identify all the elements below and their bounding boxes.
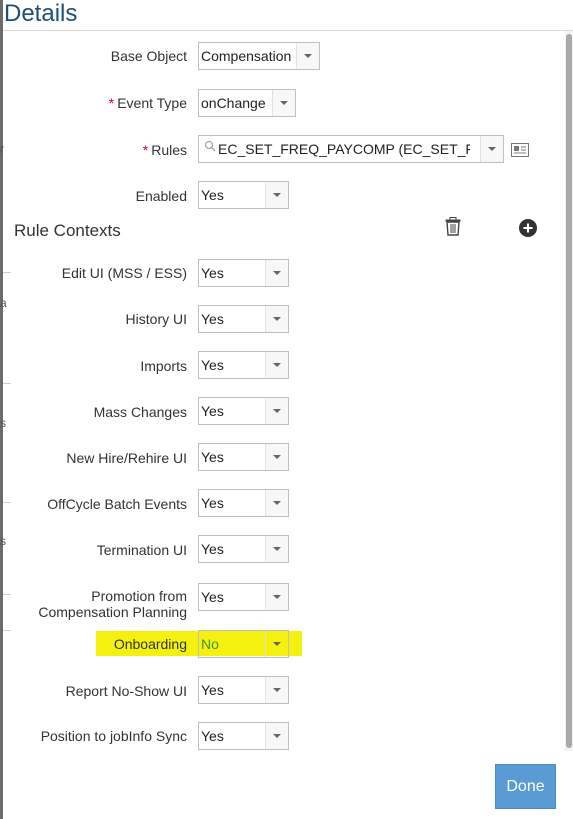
- context-select-termination[interactable]: Yes: [198, 535, 289, 563]
- chevron-down-icon[interactable]: [480, 136, 503, 162]
- chevron-down-icon[interactable]: [265, 398, 288, 424]
- background-text-fragment: r: [0, 142, 4, 156]
- context-select-history-ui[interactable]: Yes: [198, 305, 289, 333]
- chevron-down-icon[interactable]: [265, 182, 288, 208]
- context-label-new-hire: New Hire/Rehire UI: [66, 450, 187, 466]
- context-label-offcycle: OffCycle Batch Events: [47, 496, 187, 512]
- context-value: Yes: [201, 449, 224, 465]
- context-label-termination: Termination UI: [96, 542, 187, 558]
- dialog-title: Details: [4, 0, 78, 27]
- context-select-edit-ui[interactable]: Yes: [198, 259, 289, 287]
- context-label-line: Compensation Planning: [38, 604, 187, 620]
- context-label-edit-ui: Edit UI (MSS / ESS): [61, 265, 187, 281]
- context-label-line: Promotion from: [91, 588, 187, 604]
- event-type-select[interactable]: onChange: [198, 89, 296, 117]
- event-type-label-text: Event Type: [117, 95, 187, 111]
- background-text-fragment: s: [0, 416, 6, 430]
- trash-icon[interactable]: [445, 217, 461, 241]
- details-card-icon[interactable]: [511, 143, 529, 162]
- background-text-fragment: a: [0, 296, 7, 310]
- context-label-onboarding: Onboarding: [113, 636, 187, 652]
- chevron-down-icon[interactable]: [272, 90, 295, 116]
- background-divider: [3, 594, 11, 595]
- context-select-mass-changes[interactable]: Yes: [198, 397, 289, 425]
- background-divider: [3, 272, 11, 273]
- background-window-edge: [0, 0, 3, 819]
- context-select-promotion[interactable]: Yes: [198, 583, 289, 611]
- chevron-down-icon[interactable]: [265, 536, 288, 562]
- context-label-mass-changes: Mass Changes: [93, 404, 187, 420]
- context-select-new-hire[interactable]: Yes: [198, 443, 289, 471]
- done-button[interactable]: Done: [495, 764, 556, 809]
- rule-contexts-title: Rule Contexts: [14, 221, 121, 240]
- context-select-report-no-show[interactable]: Yes: [198, 676, 289, 704]
- required-marker: *: [142, 142, 149, 158]
- context-value: Yes: [201, 728, 224, 744]
- chevron-down-icon[interactable]: [265, 444, 288, 470]
- context-value: Yes: [201, 541, 224, 557]
- event-type-label: * Event Type: [109, 95, 187, 111]
- add-circle-icon[interactable]: [519, 219, 537, 242]
- title-divider: [3, 30, 573, 31]
- enabled-label: Enabled: [135, 188, 187, 204]
- base-object-select[interactable]: Compensation: [198, 42, 320, 70]
- context-label-position-sync: Position to jobInfo Sync: [40, 728, 187, 744]
- context-value: Yes: [201, 403, 224, 419]
- enabled-select[interactable]: Yes: [198, 181, 289, 209]
- context-label-imports: Imports: [140, 358, 187, 374]
- context-label-history-ui: History UI: [125, 311, 187, 327]
- event-type-value: onChange: [201, 95, 266, 111]
- context-label-promotion: Promotion from Compensation Planning: [38, 588, 187, 620]
- enabled-value: Yes: [201, 187, 224, 203]
- rules-label: * Rules: [143, 142, 187, 158]
- base-object-value: Compensation: [201, 48, 292, 64]
- rules-select[interactable]: EC_SET_FREQ_PAYCOMP (EC_SET_FR...: [198, 135, 504, 163]
- context-value: Yes: [201, 682, 224, 698]
- background-divider: [3, 502, 11, 503]
- chevron-down-icon[interactable]: [265, 677, 288, 703]
- chevron-down-icon[interactable]: [265, 352, 288, 378]
- search-icon: [204, 139, 216, 157]
- background-divider: [3, 383, 11, 384]
- scrollbar-thumb[interactable]: [566, 34, 572, 748]
- chevron-down-icon[interactable]: [265, 260, 288, 286]
- context-select-onboarding[interactable]: No: [198, 630, 289, 658]
- context-select-offcycle[interactable]: Yes: [198, 489, 289, 517]
- chevron-down-icon[interactable]: [265, 631, 288, 657]
- background-text-fragment: s: [0, 534, 6, 548]
- chevron-down-icon[interactable]: [265, 584, 288, 610]
- context-label-report-no-show: Report No-Show UI: [65, 683, 187, 699]
- context-select-position-sync[interactable]: Yes: [198, 722, 289, 750]
- context-value: Yes: [201, 495, 224, 511]
- chevron-down-icon[interactable]: [265, 490, 288, 516]
- context-value: Yes: [201, 265, 224, 281]
- context-value: Yes: [201, 589, 224, 605]
- context-value: Yes: [201, 311, 224, 327]
- chevron-down-icon[interactable]: [265, 723, 288, 749]
- chevron-down-icon[interactable]: [296, 43, 319, 69]
- base-object-label: Base Object: [110, 48, 187, 64]
- rules-value: EC_SET_FREQ_PAYCOMP (EC_SET_FR...: [218, 141, 470, 157]
- chevron-down-icon[interactable]: [265, 306, 288, 332]
- context-value: Yes: [201, 357, 224, 373]
- context-value: No: [201, 636, 219, 652]
- context-select-imports[interactable]: Yes: [198, 351, 289, 379]
- background-divider: [3, 630, 11, 631]
- required-marker: *: [108, 95, 115, 111]
- rules-label-text: Rules: [151, 142, 187, 158]
